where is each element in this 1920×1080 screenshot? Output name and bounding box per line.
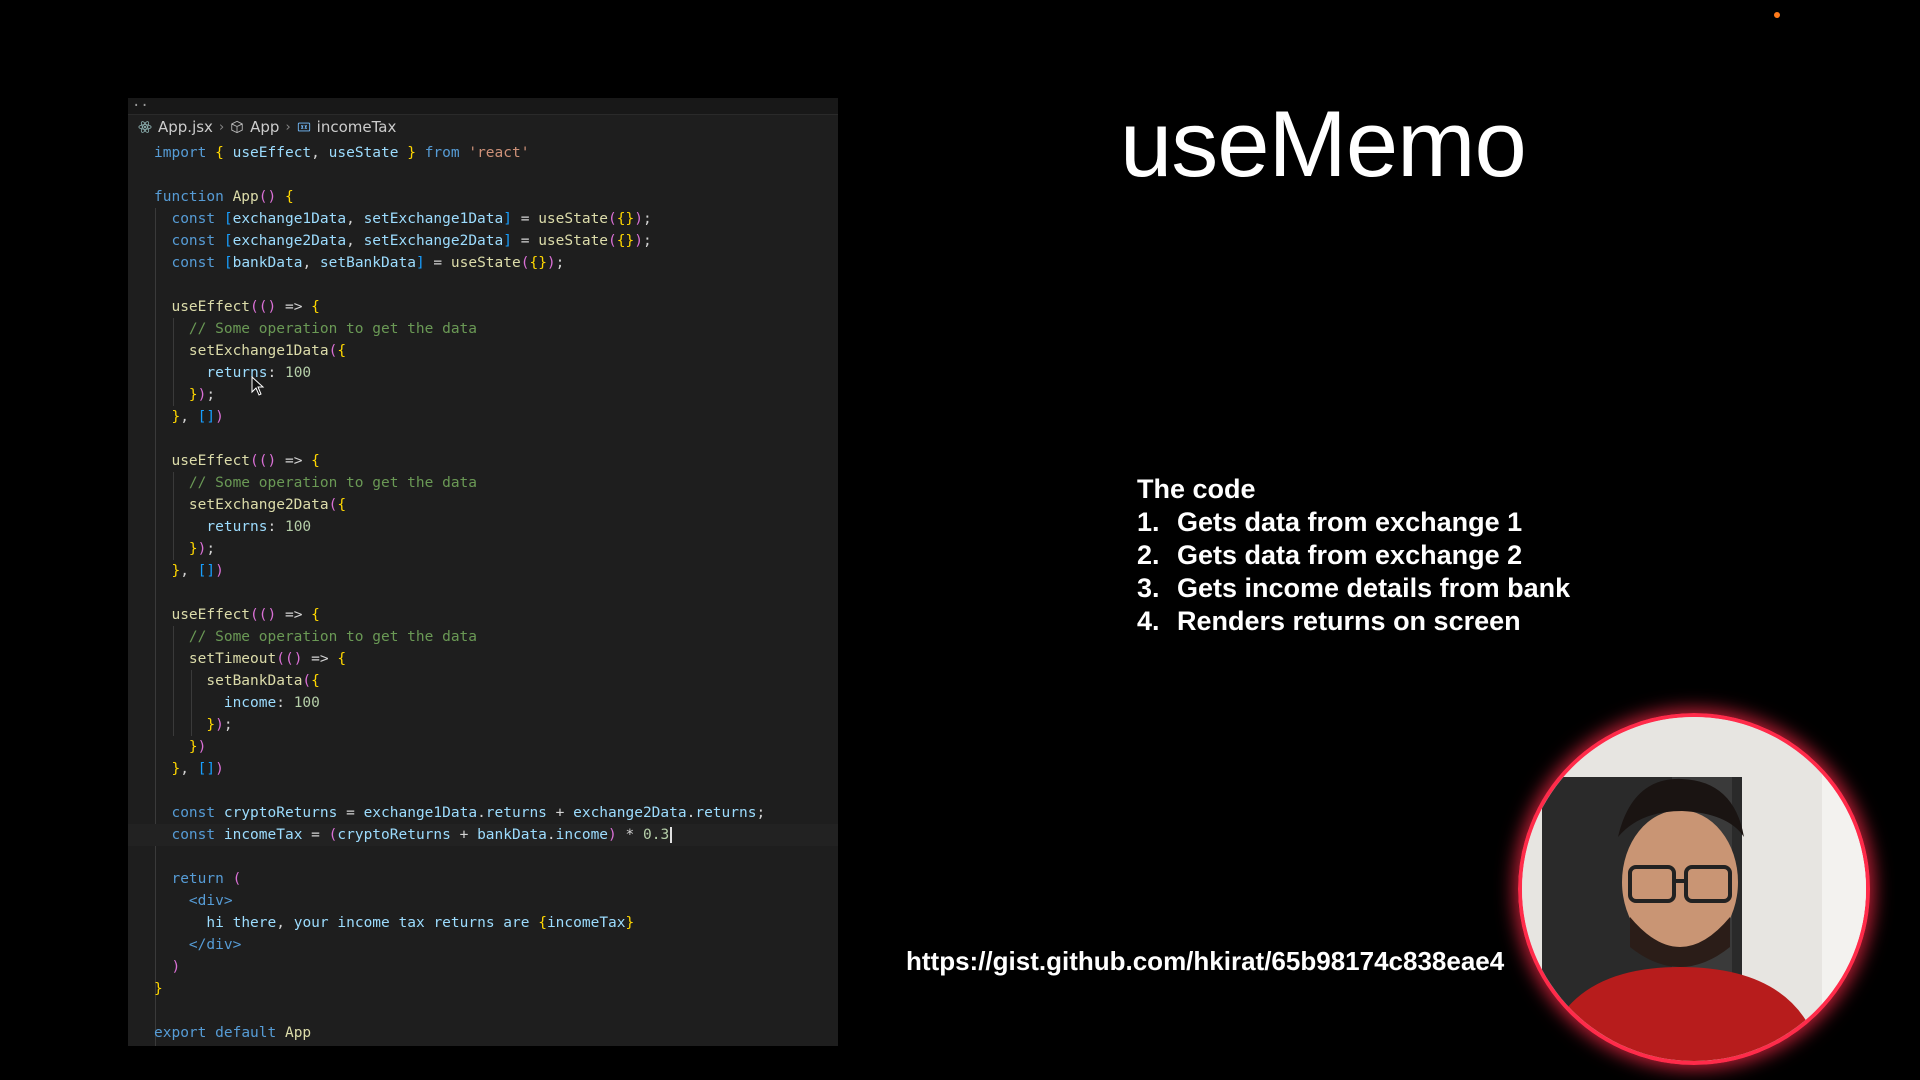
code-line[interactable]: import { useEffect, useState } from 'rea… [128,142,838,164]
code-line[interactable]: hi there, your income tax returns are {i… [128,912,838,934]
description-block: The code 1. Gets data from exchange 1 2. G… [1137,473,1570,638]
step-text: Gets income details from bank [1177,573,1571,603]
code-line[interactable]: } [128,978,838,1000]
code-line[interactable]: useEffect(() => { [128,450,838,472]
component-cube-icon [231,120,243,134]
code-line[interactable]: useEffect(() => { [128,296,838,318]
react-file-icon [138,121,152,133]
code-line[interactable]: ) [128,956,838,978]
gist-link[interactable]: https://gist.github.com/hkirat/65b98174c… [906,946,1546,977]
code-line[interactable]: // Some operation to get the data [128,472,838,494]
code-editor-panel: .. App.jsx › App › incomeTax import { us… [128,98,838,1046]
presenter-video-frame [1522,717,1866,1061]
list-item: 1. Gets data from exchange 1 [1137,506,1570,539]
list-item: 3. Gets income details from bank [1137,572,1570,605]
steps-list: 1. Gets data from exchange 1 2. Gets data … [1137,506,1570,638]
code-line[interactable]: const cryptoReturns = exchange1Data.retu… [128,802,838,824]
step-text: Gets data from exchange 2 [1177,540,1523,570]
code-line[interactable]: <div> [128,890,838,912]
code-line[interactable]: const [bankData, setBankData] = useState… [128,252,838,274]
code-line[interactable]: // Some operation to get the data [128,318,838,340]
code-line[interactable]: setExchange1Data({ [128,340,838,362]
webcam-overlay [1518,713,1870,1065]
step-number: 4. [1137,606,1160,636]
code-line[interactable]: export default App [128,1022,838,1044]
list-item: 2. Gets data from exchange 2 [1137,539,1570,572]
code-line[interactable]: useEffect(() => { [128,604,838,626]
breadcrumb-file[interactable]: App.jsx [158,118,213,136]
code-line[interactable]: returns: 100 [128,362,838,384]
code-line[interactable]: return ( [128,868,838,890]
code-line[interactable]: }) [128,736,838,758]
text-cursor [670,827,673,843]
chevron-right-icon: › [218,119,225,135]
code-line[interactable]: setBankData({ [128,670,838,692]
step-number: 2. [1137,540,1160,570]
code-line[interactable]: function App() { [128,186,838,208]
code-line[interactable]: }); [128,538,838,560]
code-line[interactable] [128,846,838,868]
code-line[interactable]: setTimeout(() => { [128,648,838,670]
code-line[interactable] [128,780,838,802]
code-line[interactable] [128,164,838,186]
step-number: 1. [1137,507,1160,537]
code-line[interactable]: }); [128,384,838,406]
variable-icon [297,122,310,132]
slide-title: useMemo [1120,91,1527,196]
breadcrumb-component[interactable]: App [250,118,279,136]
code-area[interactable]: import { useEffect, useState } from 'rea… [128,142,838,1046]
code-line[interactable] [128,274,838,296]
code-line[interactable]: const incomeTax = (cryptoReturns + bankD… [128,824,838,846]
step-number: 3. [1137,573,1160,603]
code-line[interactable] [128,582,838,604]
code-line[interactable]: income: 100 [128,692,838,714]
code-line[interactable]: // Some operation to get the data [128,626,838,648]
description-heading: The code [1137,474,1256,504]
code-line[interactable]: }, []) [128,560,838,582]
list-item: 4. Renders returns on screen [1137,605,1570,638]
code-line[interactable]: }, []) [128,406,838,428]
mouse-cursor-icon [251,376,265,396]
recording-indicator-dot [1774,12,1780,18]
code-line[interactable]: setExchange2Data({ [128,494,838,516]
code-line[interactable]: }); [128,714,838,736]
code-line[interactable] [128,1000,838,1022]
step-text: Renders returns on screen [1177,606,1521,636]
step-text: Gets data from exchange 1 [1177,507,1523,537]
code-line[interactable]: returns: 100 [128,516,838,538]
chevron-right-icon: › [285,119,291,135]
tab-overflow: .. [132,98,149,110]
code-line[interactable]: }, []) [128,758,838,780]
editor-tab-strip[interactable]: .. [128,98,838,115]
breadcrumb-symbol[interactable]: incomeTax [317,118,397,136]
code-line[interactable]: const [exchange1Data, setExchange1Data] … [128,208,838,230]
code-line[interactable] [128,428,838,450]
breadcrumb: App.jsx › App › incomeTax [138,116,396,138]
code-line[interactable]: </div> [128,934,838,956]
code-line[interactable]: const [exchange2Data, setExchange2Data] … [128,230,838,252]
